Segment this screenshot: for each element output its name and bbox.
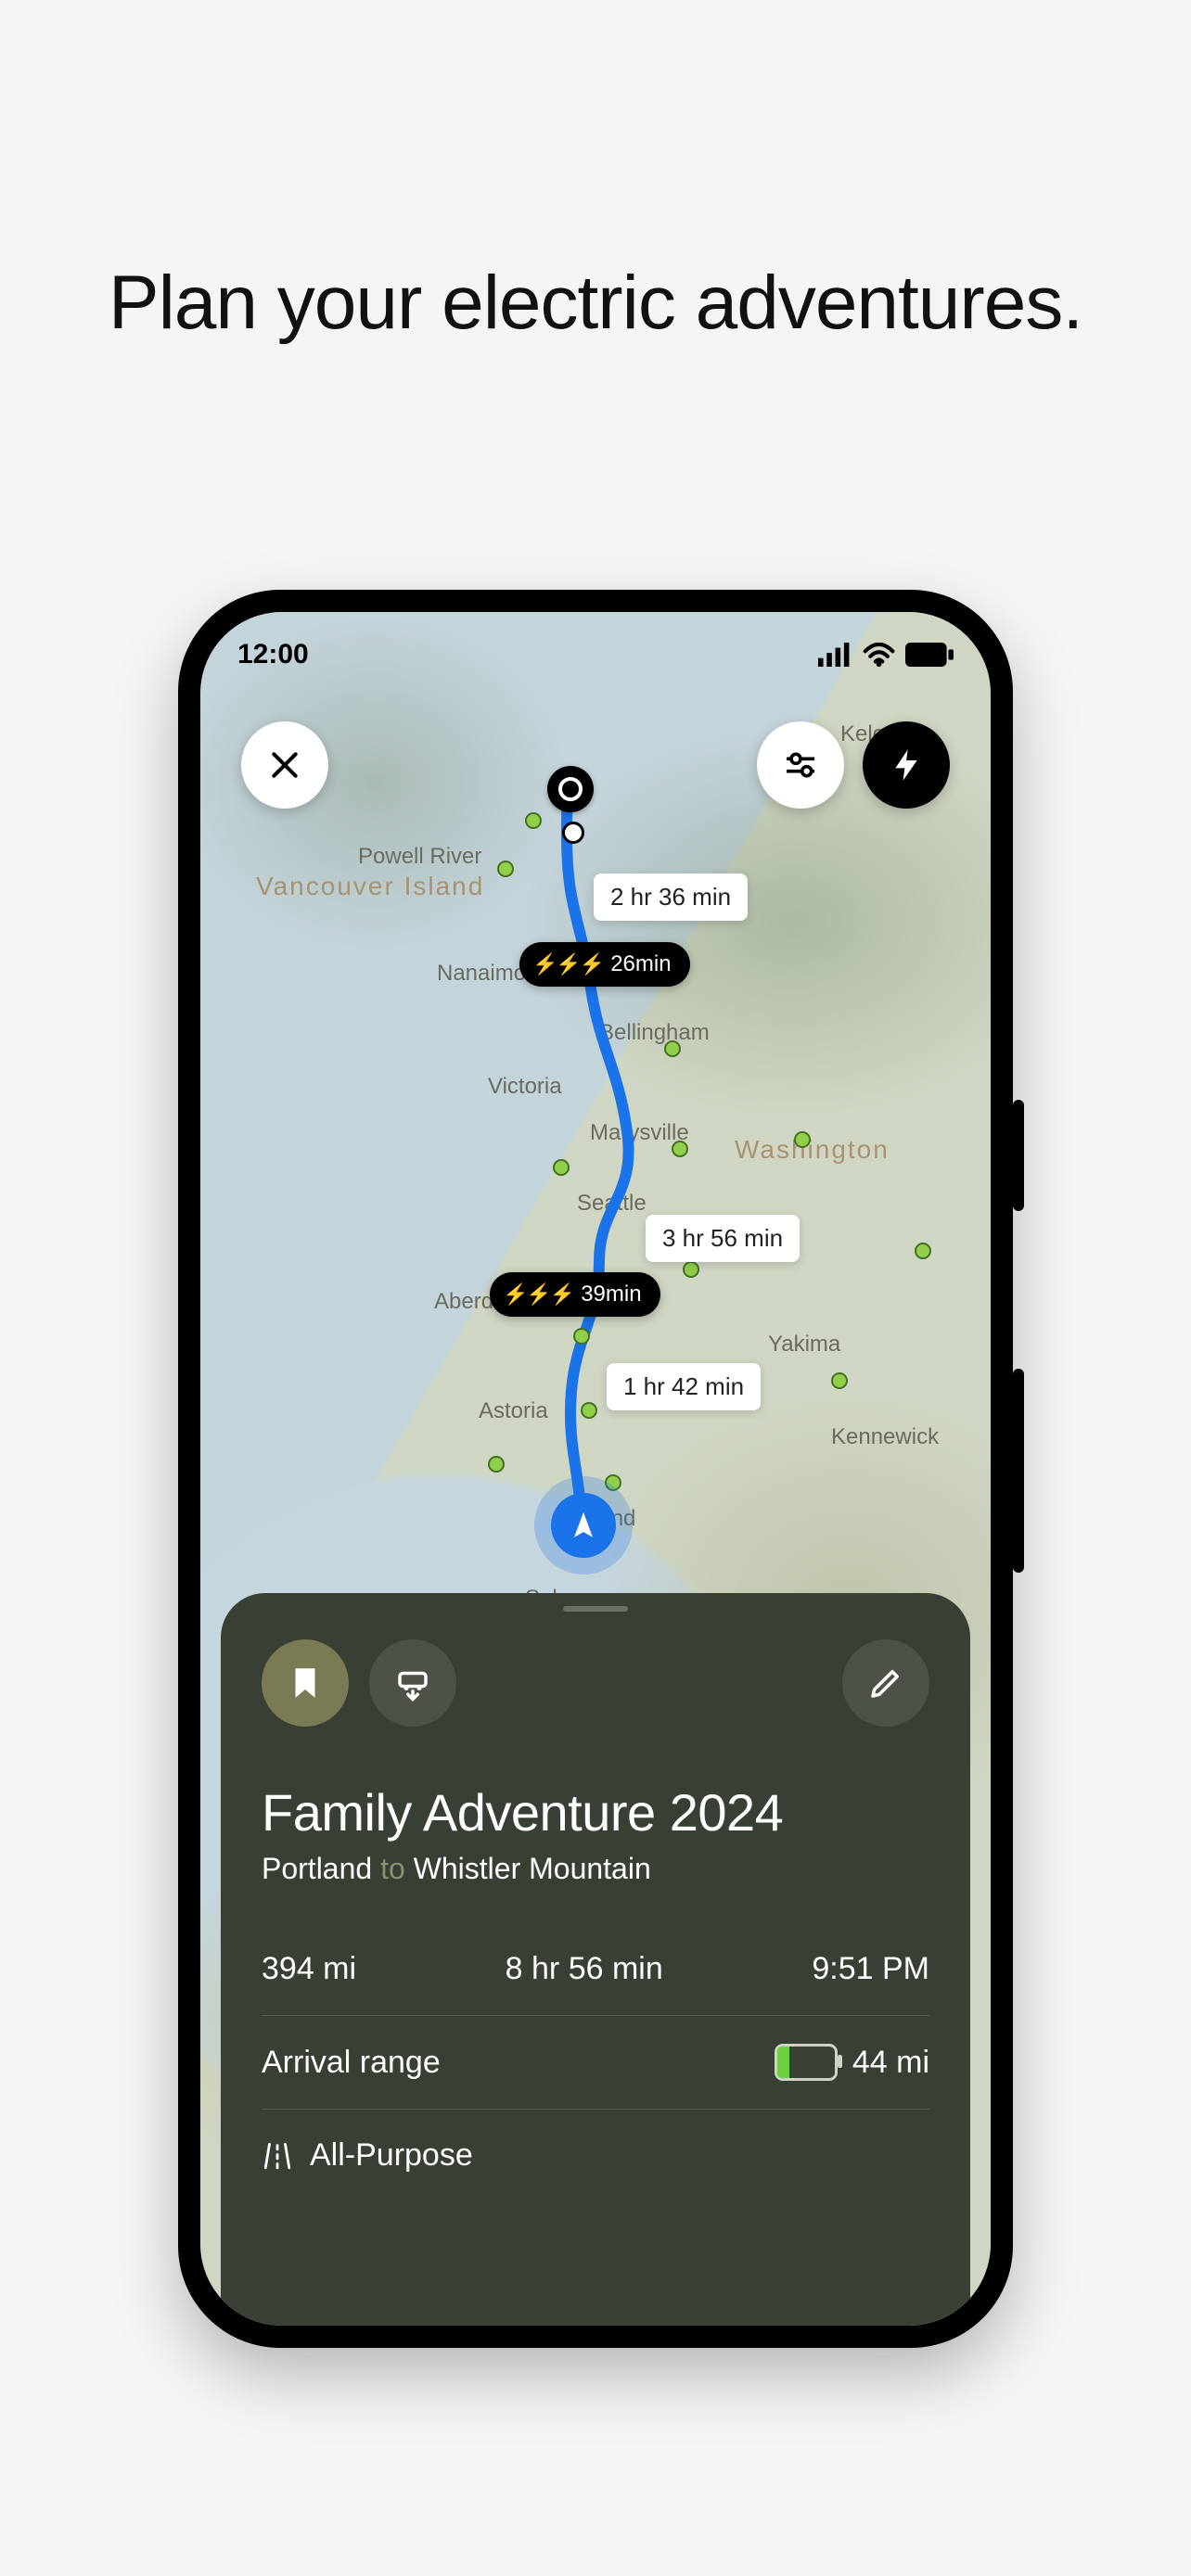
phone-frame: Vancouver Island Powell River Nanaimo Vi…	[178, 590, 1013, 2348]
trip-destination: Whistler Mountain	[414, 1852, 651, 1885]
arrival-range-value: 44 mi	[852, 2045, 929, 2081]
marketing-headline: Plan your electric adventures.	[0, 260, 1191, 347]
status-time: 12:00	[237, 639, 309, 670]
charger-dot[interactable]	[488, 1456, 505, 1473]
vehicle-icon	[393, 1664, 432, 1702]
charge-duration: 26min	[610, 951, 671, 977]
drive-mode-value: All-Purpose	[310, 2137, 473, 2174]
lightning-icon	[888, 746, 925, 784]
segment-time-2[interactable]: 3 hr 56 min	[646, 1215, 800, 1262]
map-label-vancouver-island: Vancouver Island	[256, 872, 484, 901]
sheet-grabber[interactable]	[563, 1606, 628, 1612]
map-label-astoria: Astoria	[479, 1398, 548, 1424]
charger-dot[interactable]	[672, 1141, 688, 1157]
charger-dot[interactable]	[573, 1328, 590, 1345]
trip-stats-row: 394 mi 8 hr 56 min 9:51 PM	[262, 1951, 929, 2016]
charger-dot[interactable]	[581, 1402, 597, 1419]
charger-dot[interactable]	[831, 1372, 848, 1389]
map-label-bellingham: Bellingham	[599, 1020, 710, 1046]
wifi-icon	[862, 643, 896, 667]
navigation-arrow-icon	[568, 1510, 599, 1541]
close-icon	[266, 746, 303, 784]
bookmark-button[interactable]	[262, 1639, 349, 1727]
charger-dot[interactable]	[664, 1040, 681, 1057]
trip-to-word: to	[380, 1852, 405, 1885]
signal-icon	[818, 643, 852, 667]
destination-pin[interactable]	[547, 766, 594, 812]
trip-subtitle: Portland to Whistler Mountain	[262, 1852, 929, 1886]
trip-distance: 394 mi	[262, 1951, 356, 1987]
charge-stop-2[interactable]: ⚡⚡⚡ 39min	[490, 1272, 660, 1317]
map-label-seattle: Seattle	[577, 1191, 647, 1217]
segment-time-3[interactable]: 1 hr 42 min	[607, 1363, 761, 1410]
edit-button[interactable]	[842, 1639, 929, 1727]
arrival-range-row[interactable]: Arrival range 44 mi	[262, 2016, 929, 2110]
map-label-yakima: Yakima	[768, 1332, 840, 1358]
lightning-icon: ⚡⚡⚡	[503, 1282, 573, 1307]
charger-dot[interactable]	[525, 812, 542, 829]
charge-duration: 39min	[581, 1282, 641, 1307]
charger-dot[interactable]	[794, 1131, 811, 1148]
map-label-nanaimo: Nanaimo	[437, 961, 526, 987]
phone-screen: Vancouver Island Powell River Nanaimo Vi…	[200, 612, 991, 2326]
map-label-powell-river: Powell River	[358, 844, 481, 870]
map-label-washington: Washington	[735, 1135, 890, 1165]
trip-title: Family Adventure 2024	[262, 1782, 929, 1843]
charger-dot[interactable]	[683, 1261, 699, 1278]
charger-dot[interactable]	[605, 1474, 621, 1491]
charger-dot[interactable]	[553, 1159, 570, 1176]
trip-sheet[interactable]: Family Adventure 2024 Portland to Whistl…	[221, 1593, 970, 2326]
send-to-vehicle-button[interactable]	[369, 1639, 456, 1727]
pencil-icon	[866, 1664, 905, 1702]
segment-time-1[interactable]: 2 hr 36 min	[594, 874, 748, 921]
battery-icon	[775, 2044, 838, 2081]
close-button[interactable]	[241, 721, 328, 809]
sliders-icon	[782, 746, 819, 784]
status-bar: 12:00	[237, 632, 954, 677]
arrival-range-label: Arrival range	[262, 2045, 441, 2081]
charge-stop-1[interactable]: ⚡⚡⚡ 26min	[519, 942, 690, 987]
map-label-victoria: Victoria	[488, 1074, 562, 1100]
trip-duration: 8 hr 56 min	[506, 1951, 663, 1987]
drive-mode-row[interactable]: All-Purpose	[262, 2110, 929, 2174]
battery-icon	[905, 643, 954, 667]
charging-button[interactable]	[863, 721, 950, 809]
lightning-icon: ⚡⚡⚡	[532, 952, 603, 976]
charger-dot[interactable]	[497, 861, 514, 877]
trip-arrival-time: 9:51 PM	[812, 1951, 929, 1987]
map-label-kennewick: Kennewick	[831, 1424, 939, 1450]
trip-from: Portland	[262, 1852, 372, 1885]
bookmark-icon	[286, 1664, 325, 1702]
current-location[interactable]	[551, 1493, 616, 1558]
road-icon	[262, 2140, 293, 2172]
charger-dot[interactable]	[915, 1243, 931, 1259]
route-waypoint	[562, 822, 584, 844]
filters-button[interactable]	[757, 721, 844, 809]
